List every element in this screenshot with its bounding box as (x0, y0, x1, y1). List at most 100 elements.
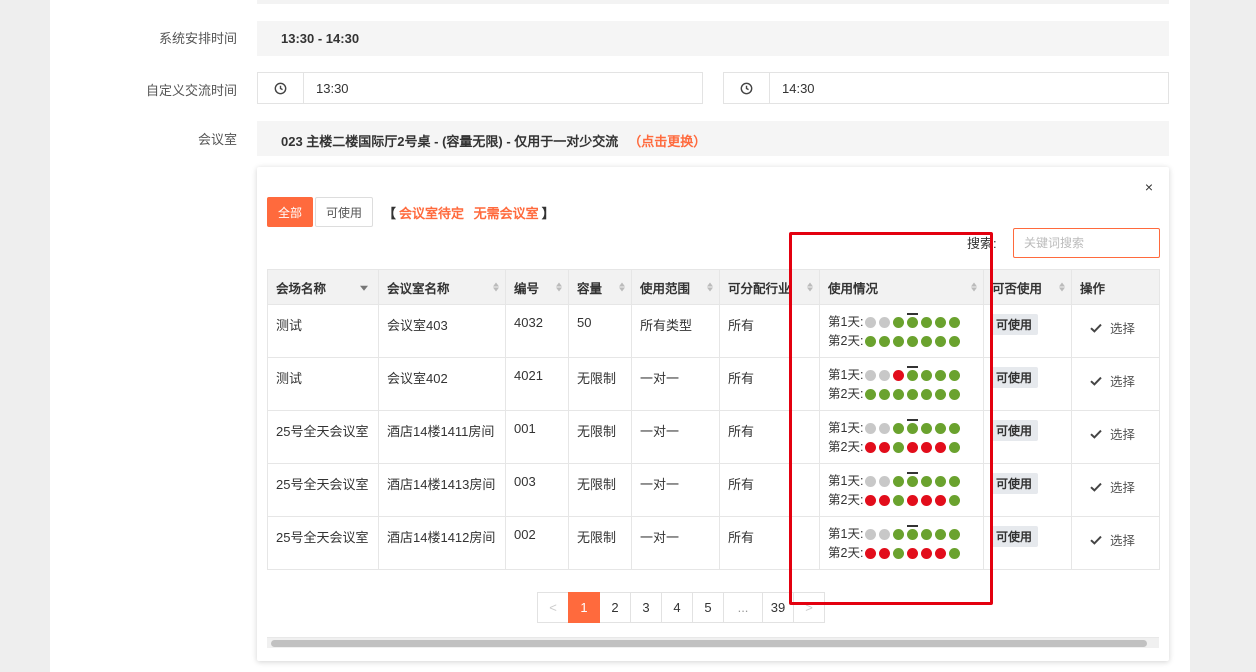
room-pending-link[interactable]: 会议室待定 (399, 206, 464, 221)
filter-all-button[interactable]: 全部 (267, 197, 313, 227)
usage-cell: 第1天: 第2天: (819, 463, 984, 517)
slot-available-dot (935, 317, 947, 328)
usage-day2: 第2天: (828, 491, 975, 510)
slot-available-dot (879, 336, 891, 347)
slot-occupied-dot (907, 548, 919, 559)
slot-available-dot (893, 423, 905, 434)
slot-available-dot (921, 370, 933, 381)
slot-occupied-dot (907, 442, 919, 453)
slot-occupied-dot (879, 548, 891, 559)
industry-cell: 所有 (719, 357, 820, 411)
table-body: 测试 会议室403 4032 50 所有类型 所有 第1天: 第2天: 可使用 选择 测试 会议室40… (267, 304, 1160, 570)
table-row[interactable]: 测试 会议室403 4032 50 所有类型 所有 第1天: 第2天: 可使用 选择 (267, 304, 1160, 358)
table-header-row: 会场名称 会议室名称 编号 容量 使用范围 可分配行业 使用情况 可否使用 操作 (267, 269, 1160, 305)
header-venue[interactable]: 会场名称 (267, 269, 379, 305)
page-1-button[interactable]: 1 (568, 592, 600, 623)
slot-available-dot (935, 336, 947, 347)
header-availability[interactable]: 可否使用 (983, 269, 1072, 305)
page-4-button[interactable]: 4 (661, 592, 693, 623)
venue-cell: 测试 (267, 357, 379, 411)
slot-available-dot (949, 370, 961, 381)
slot-available-dot (921, 423, 933, 434)
room-box: 023 主楼二楼国际厅2号桌 - (容量无限) - 仅用于一对少交流 （点击更换） (257, 121, 1169, 156)
usage-day2: 第2天: (828, 332, 975, 351)
action-cell: 选择 (1071, 410, 1160, 464)
last-page-button[interactable]: 39 (762, 592, 794, 623)
slot-available-dot (893, 442, 905, 453)
slot-past-dot (865, 423, 877, 434)
header-room[interactable]: 会议室名称 (378, 269, 506, 305)
header-code[interactable]: 编号 (505, 269, 569, 305)
scope-cell: 所有类型 (631, 304, 720, 358)
select-button[interactable]: 选择 (1080, 421, 1151, 443)
slot-available-dot (893, 529, 905, 540)
no-room-link[interactable]: 无需会议室 (474, 206, 539, 221)
slot-past-dot (865, 529, 877, 540)
availability-cell: 可使用 (983, 516, 1072, 570)
industry-cell: 所有 (719, 304, 820, 358)
slot-available-dot (935, 423, 947, 434)
availability-cell: 可使用 (983, 463, 1072, 517)
slot-occupied-dot (865, 548, 877, 559)
select-button[interactable]: 选择 (1080, 315, 1151, 337)
industry-cell: 所有 (719, 516, 820, 570)
select-label: 选择 (1110, 534, 1136, 548)
slot-occupied-dot (935, 495, 947, 506)
industry-cell: 所有 (719, 463, 820, 517)
clock-icon (258, 73, 304, 103)
usage-cell: 第1天: 第2天: (819, 516, 984, 570)
system-time-box: 13:30 - 14:30 (257, 21, 1169, 56)
room-label: 会议室 (197, 132, 237, 147)
scope-cell: 一对一 (631, 410, 720, 464)
slot-available-dot (907, 313, 919, 328)
page-5-button[interactable]: 5 (692, 592, 724, 623)
availability-cell: 可使用 (983, 304, 1072, 358)
page-3-button[interactable]: 3 (630, 592, 662, 623)
end-time-field[interactable]: 14:30 (723, 72, 1169, 104)
select-button[interactable]: 选择 (1080, 368, 1151, 390)
page-2-button[interactable]: 2 (599, 592, 631, 623)
page-ellipsis: ... (723, 592, 763, 623)
search-input[interactable] (1013, 228, 1160, 258)
header-usage[interactable]: 使用情况 (819, 269, 984, 305)
sort-icon (807, 282, 813, 292)
usage-cell: 第1天: 第2天: (819, 410, 984, 464)
table-row[interactable]: 25号全天会议室 酒店14楼1413房间 003 无限制 一对一 所有 第1天: 第2天: 可使… (267, 463, 1160, 517)
horizontal-scrollbar[interactable] (267, 637, 1159, 648)
search-label: 搜索: (967, 236, 997, 251)
next-page-button[interactable]: > (793, 592, 825, 623)
close-icon[interactable]: × (1145, 179, 1153, 195)
filter-available-button[interactable]: 可使用 (315, 197, 373, 227)
table-row[interactable]: 测试 会议室402 4021 无限制 一对一 所有 第1天: 第2天: 可使用 选择 (267, 357, 1160, 411)
pagination: < 1 2 3 4 5 ... 39 > (537, 592, 825, 623)
room-selector-popup: × 全部 可使用 【会议室待定 无需会议室】 搜索: 会场名称 会议室名称 编号… (257, 167, 1169, 661)
slot-occupied-dot (907, 495, 919, 506)
slot-available-dot (893, 495, 905, 506)
action-cell: 选择 (1071, 463, 1160, 517)
slot-available-dot (935, 476, 947, 487)
venue-cell: 25号全天会议室 (267, 516, 379, 570)
start-time-field[interactable]: 13:30 (257, 72, 703, 104)
slot-available-dot (949, 423, 961, 434)
slot-available-dot (949, 529, 961, 540)
slot-available-dot (865, 389, 877, 400)
header-industry[interactable]: 可分配行业 (719, 269, 820, 305)
table-row[interactable]: 25号全天会议室 酒店14楼1411房间 001 无限制 一对一 所有 第1天: 第2天: 可使… (267, 410, 1160, 464)
header-scope[interactable]: 使用范围 (631, 269, 720, 305)
slot-occupied-dot (865, 442, 877, 453)
scope-cell: 一对一 (631, 463, 720, 517)
select-button[interactable]: 选择 (1080, 527, 1151, 549)
check-icon (1090, 323, 1102, 333)
header-capacity[interactable]: 容量 (568, 269, 632, 305)
slot-past-dot (879, 317, 891, 328)
change-room-link[interactable]: （点击更换） (628, 134, 706, 149)
slot-available-dot (921, 476, 933, 487)
slot-available-dot (921, 317, 933, 328)
scrollbar-thumb[interactable] (271, 640, 1147, 647)
usage-day1: 第1天: (828, 525, 975, 544)
prev-page-button[interactable]: < (537, 592, 569, 623)
usage-cell: 第1天: 第2天: (819, 357, 984, 411)
select-button[interactable]: 选择 (1080, 474, 1151, 496)
table-row[interactable]: 25号全天会议室 酒店14楼1412房间 002 无限制 一对一 所有 第1天: 第2天: 可使… (267, 516, 1160, 570)
room-name-cell: 会议室402 (378, 357, 506, 411)
